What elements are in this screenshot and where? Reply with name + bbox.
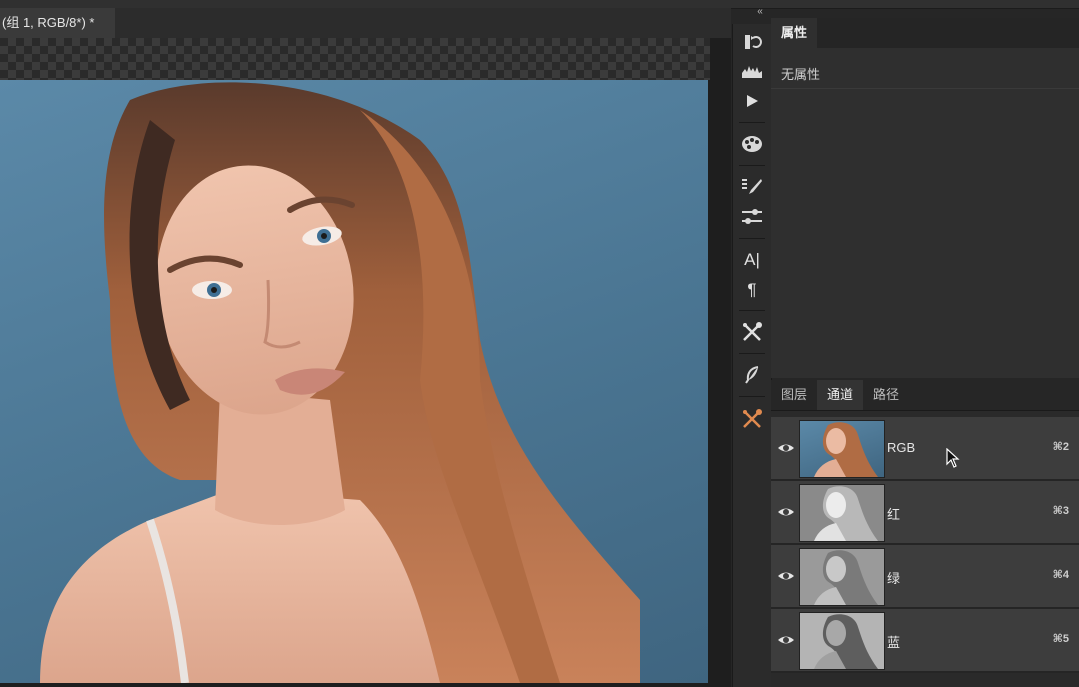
tool-presets-icon[interactable]: [733, 317, 771, 347]
color-palette-icon[interactable]: [733, 129, 771, 159]
tool-divider: [739, 122, 765, 123]
tool-divider: [739, 353, 765, 354]
transparency-checkerboard: [0, 38, 710, 80]
tool-divider: [739, 238, 765, 239]
tab-layers[interactable]: 图层: [771, 380, 817, 410]
channel-thumbnail-green: [799, 548, 885, 606]
visibility-eye-icon[interactable]: [777, 439, 795, 457]
brush-settings-icon[interactable]: [733, 202, 771, 232]
no-properties-text: 无属性: [781, 67, 821, 82]
channel-row-red[interactable]: 红 ⌘3: [771, 481, 1079, 545]
tool-divider: [739, 165, 765, 166]
channel-shortcut-red: ⌘3: [1052, 505, 1069, 517]
channel-shortcut-green: ⌘4: [1052, 569, 1069, 581]
channel-shortcut-blue: ⌘5: [1052, 633, 1069, 645]
history-icon[interactable]: [733, 27, 771, 57]
channel-row-green[interactable]: 绿 ⌘4: [771, 545, 1079, 609]
channel-shortcut-rgb: ⌘2: [1052, 441, 1069, 453]
portrait-image[interactable]: [0, 80, 708, 683]
document-tab[interactable]: (组 1, RGB/8*) *: [0, 8, 115, 38]
channel-thumbnail-rgb: [799, 420, 885, 478]
channels-panel: 图层 通道 路径 RGB ⌘2 红 ⌘3 绿 ⌘4 蓝 ⌘5: [771, 380, 1079, 687]
canvas-area[interactable]: [0, 38, 731, 687]
tab-paths[interactable]: 路径: [863, 380, 909, 410]
channel-row-rgb[interactable]: RGB ⌘2: [771, 417, 1079, 481]
channel-thumbnail-blue: [799, 612, 885, 670]
mouse-pointer-icon: [946, 448, 960, 468]
properties-divider: [771, 88, 1079, 89]
tab-channels[interactable]: 通道: [817, 380, 863, 410]
character-icon[interactable]: A|: [733, 245, 771, 275]
channel-name-rgb: RGB: [887, 440, 916, 455]
collapse-panels-icon[interactable]: «: [752, 6, 768, 18]
channel-row-blue[interactable]: 蓝 ⌘5: [771, 609, 1079, 673]
panel-icon-column: A| ¶: [732, 24, 772, 687]
paragraph-icon[interactable]: ¶: [733, 275, 771, 305]
channel-name-green: 绿: [887, 571, 901, 586]
properties-tab-bar: 属性: [771, 18, 1079, 48]
brush-presets-icon[interactable]: [733, 172, 771, 202]
tool-divider: [739, 396, 765, 397]
visibility-eye-icon[interactable]: [777, 503, 795, 521]
properties-panel: 属性 无属性: [771, 18, 1079, 378]
visibility-eye-icon[interactable]: [777, 567, 795, 585]
channel-name-red: 红: [887, 507, 901, 522]
histogram-icon[interactable]: [733, 56, 771, 86]
feather-icon[interactable]: [733, 360, 771, 390]
document-title: (组 1, RGB/8*) *: [2, 15, 95, 30]
channel-thumbnail-red: [799, 484, 885, 542]
channels-tab-bar: 图层 通道 路径: [771, 380, 1079, 411]
tab-properties[interactable]: 属性: [771, 18, 817, 48]
channel-name-blue: 蓝: [887, 635, 901, 650]
play-actions-icon[interactable]: [733, 86, 771, 116]
tool-divider: [739, 310, 765, 311]
clone-source-icon[interactable]: [733, 404, 771, 434]
visibility-eye-icon[interactable]: [777, 631, 795, 649]
tab-strip: [115, 8, 731, 38]
